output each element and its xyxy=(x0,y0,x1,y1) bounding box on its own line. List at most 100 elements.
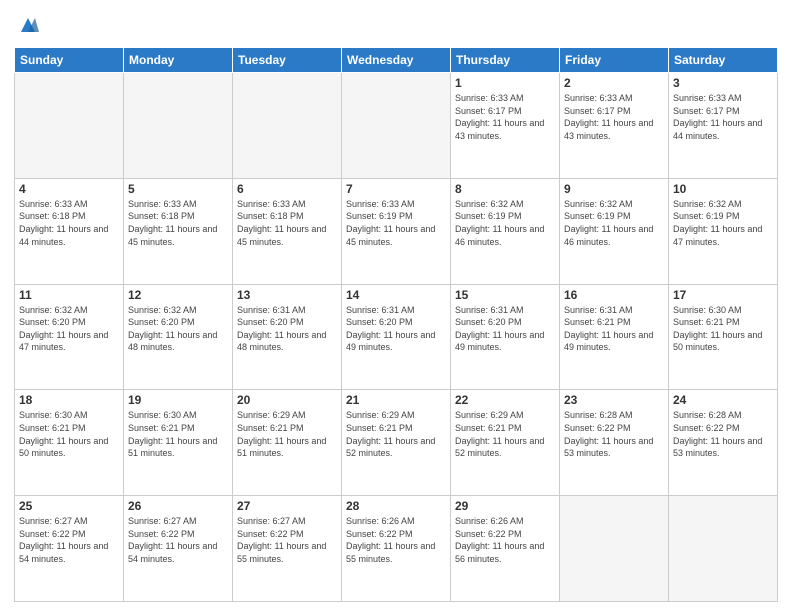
weekday-header-wednesday: Wednesday xyxy=(342,48,451,73)
calendar-cell: 26 Sunrise: 6:27 AM Sunset: 6:22 PM Dayli… xyxy=(124,496,233,602)
calendar-cell: 13 Sunrise: 6:31 AM Sunset: 6:20 PM Dayli… xyxy=(233,284,342,390)
calendar-week-4: 18 Sunrise: 6:30 AM Sunset: 6:21 PM Dayli… xyxy=(15,390,778,496)
day-info: Sunrise: 6:31 AM Sunset: 6:20 PM Dayligh… xyxy=(237,304,337,354)
calendar-cell: 22Sunrise: 6:29 AM Sunset: 6:21 PM Dayli… xyxy=(451,390,560,496)
day-number: 1 xyxy=(455,76,555,90)
calendar-cell: 7 Sunrise: 6:33 AM Sunset: 6:19 PM Daylig… xyxy=(342,178,451,284)
calendar-cell: 20 Sunrise: 6:29 AM Sunset: 6:21 PM Dayli… xyxy=(233,390,342,496)
day-number: 13 xyxy=(237,288,337,302)
weekday-header-monday: Monday xyxy=(124,48,233,73)
day-number: 9 xyxy=(564,182,664,196)
weekday-header-tuesday: Tuesday xyxy=(233,48,342,73)
day-number: 18 xyxy=(19,393,119,407)
calendar-cell: 25 Sunrise: 6:27 AM Sunset: 6:22 PM Dayli… xyxy=(15,496,124,602)
day-info: Sunrise: 6:30 AM Sunset: 6:21 PM Dayligh… xyxy=(19,409,119,459)
day-info: Sunrise: 6:32 AM Sunset: 6:19 PM Dayligh… xyxy=(673,198,773,248)
calendar-cell: 9Sunrise: 6:32 AM Sunset: 6:19 PM Daylig… xyxy=(560,178,669,284)
day-info: Sunrise: 6:29 AM Sunset: 6:21 PM Dayligh… xyxy=(237,409,337,459)
day-info: Sunrise: 6:27 AM Sunset: 6:22 PM Dayligh… xyxy=(128,515,228,565)
calendar-table: SundayMondayTuesdayWednesdayThursdayFrid… xyxy=(14,47,778,602)
calendar-week-1: 1 Sunrise: 6:33 AM Sunset: 6:17 PM Daylig… xyxy=(15,73,778,179)
day-number: 25 xyxy=(19,499,119,513)
page: SundayMondayTuesdayWednesdayThursdayFrid… xyxy=(0,0,792,612)
day-number: 19 xyxy=(128,393,228,407)
day-info: Sunrise: 6:27 AM Sunset: 6:22 PM Dayligh… xyxy=(237,515,337,565)
calendar-cell: 24Sunrise: 6:28 AM Sunset: 6:22 PM Dayli… xyxy=(669,390,778,496)
logo xyxy=(14,14,39,41)
day-number: 11 xyxy=(19,288,119,302)
calendar-week-3: 11 Sunrise: 6:32 AM Sunset: 6:20 PM Dayli… xyxy=(15,284,778,390)
calendar-header-row: SundayMondayTuesdayWednesdayThursdayFrid… xyxy=(15,48,778,73)
day-number: 23 xyxy=(564,393,664,407)
calendar-cell: 1 Sunrise: 6:33 AM Sunset: 6:17 PM Daylig… xyxy=(451,73,560,179)
weekday-header-saturday: Saturday xyxy=(669,48,778,73)
day-info: Sunrise: 6:27 AM Sunset: 6:22 PM Dayligh… xyxy=(19,515,119,565)
day-number: 21 xyxy=(346,393,446,407)
calendar-cell: 5 Sunrise: 6:33 AM Sunset: 6:18 PM Daylig… xyxy=(124,178,233,284)
calendar-cell: 6 Sunrise: 6:33 AM Sunset: 6:18 PM Daylig… xyxy=(233,178,342,284)
weekday-header-thursday: Thursday xyxy=(451,48,560,73)
day-info: Sunrise: 6:33 AM Sunset: 6:18 PM Dayligh… xyxy=(19,198,119,248)
calendar-cell xyxy=(124,73,233,179)
calendar-cell: 18 Sunrise: 6:30 AM Sunset: 6:21 PM Dayli… xyxy=(15,390,124,496)
calendar-cell: 29 Sunrise: 6:26 AM Sunset: 6:22 PM Dayli… xyxy=(451,496,560,602)
day-info: Sunrise: 6:32 AM Sunset: 6:19 PM Dayligh… xyxy=(455,198,555,248)
calendar-cell xyxy=(15,73,124,179)
day-info: Sunrise: 6:33 AM Sunset: 6:17 PM Dayligh… xyxy=(564,92,664,142)
day-info: Sunrise: 6:30 AM Sunset: 6:21 PM Dayligh… xyxy=(673,304,773,354)
logo-icon xyxy=(17,14,39,36)
calendar-cell: 15Sunrise: 6:31 AM Sunset: 6:20 PM Dayli… xyxy=(451,284,560,390)
day-info: Sunrise: 6:33 AM Sunset: 6:19 PM Dayligh… xyxy=(346,198,446,248)
day-info: Sunrise: 6:29 AM Sunset: 6:21 PM Dayligh… xyxy=(346,409,446,459)
calendar-cell: 23 Sunrise: 6:28 AM Sunset: 6:22 PM Dayli… xyxy=(560,390,669,496)
weekday-header-sunday: Sunday xyxy=(15,48,124,73)
day-number: 6 xyxy=(237,182,337,196)
calendar-week-2: 4 Sunrise: 6:33 AM Sunset: 6:18 PM Daylig… xyxy=(15,178,778,284)
calendar-cell: 16 Sunrise: 6:31 AM Sunset: 6:21 PM Dayli… xyxy=(560,284,669,390)
day-number: 26 xyxy=(128,499,228,513)
day-info: Sunrise: 6:33 AM Sunset: 6:17 PM Dayligh… xyxy=(673,92,773,142)
day-number: 12 xyxy=(128,288,228,302)
day-info: Sunrise: 6:32 AM Sunset: 6:20 PM Dayligh… xyxy=(128,304,228,354)
calendar-cell: 3 Sunrise: 6:33 AM Sunset: 6:17 PM Daylig… xyxy=(669,73,778,179)
day-number: 16 xyxy=(564,288,664,302)
day-number: 7 xyxy=(346,182,446,196)
day-number: 3 xyxy=(673,76,773,90)
calendar-cell: 27 Sunrise: 6:27 AM Sunset: 6:22 PM Dayli… xyxy=(233,496,342,602)
day-number: 27 xyxy=(237,499,337,513)
day-info: Sunrise: 6:29 AM Sunset: 6:21 PM Dayligh… xyxy=(455,409,555,459)
calendar-cell xyxy=(233,73,342,179)
day-number: 17 xyxy=(673,288,773,302)
day-number: 14 xyxy=(346,288,446,302)
day-number: 29 xyxy=(455,499,555,513)
calendar-cell xyxy=(560,496,669,602)
day-number: 8 xyxy=(455,182,555,196)
calendar-body: 1 Sunrise: 6:33 AM Sunset: 6:17 PM Daylig… xyxy=(15,73,778,602)
calendar-cell: 2 Sunrise: 6:33 AM Sunset: 6:17 PM Daylig… xyxy=(560,73,669,179)
day-number: 4 xyxy=(19,182,119,196)
day-number: 20 xyxy=(237,393,337,407)
calendar-cell: 28Sunrise: 6:26 AM Sunset: 6:22 PM Dayli… xyxy=(342,496,451,602)
calendar-cell: 4 Sunrise: 6:33 AM Sunset: 6:18 PM Daylig… xyxy=(15,178,124,284)
day-number: 5 xyxy=(128,182,228,196)
calendar-cell: 17 Sunrise: 6:30 AM Sunset: 6:21 PM Dayli… xyxy=(669,284,778,390)
calendar-cell: 11 Sunrise: 6:32 AM Sunset: 6:20 PM Dayli… xyxy=(15,284,124,390)
calendar-cell: 21 Sunrise: 6:29 AM Sunset: 6:21 PM Dayli… xyxy=(342,390,451,496)
day-info: Sunrise: 6:31 AM Sunset: 6:21 PM Dayligh… xyxy=(564,304,664,354)
day-number: 2 xyxy=(564,76,664,90)
weekday-header-friday: Friday xyxy=(560,48,669,73)
day-info: Sunrise: 6:33 AM Sunset: 6:18 PM Dayligh… xyxy=(237,198,337,248)
day-info: Sunrise: 6:28 AM Sunset: 6:22 PM Dayligh… xyxy=(564,409,664,459)
calendar-cell: 14Sunrise: 6:31 AM Sunset: 6:20 PM Dayli… xyxy=(342,284,451,390)
day-info: Sunrise: 6:33 AM Sunset: 6:17 PM Dayligh… xyxy=(455,92,555,142)
calendar-cell xyxy=(342,73,451,179)
header xyxy=(14,10,778,41)
day-info: Sunrise: 6:33 AM Sunset: 6:18 PM Dayligh… xyxy=(128,198,228,248)
calendar-cell: 8 Sunrise: 6:32 AM Sunset: 6:19 PM Daylig… xyxy=(451,178,560,284)
calendar-week-5: 25 Sunrise: 6:27 AM Sunset: 6:22 PM Dayli… xyxy=(15,496,778,602)
calendar-cell: 19Sunrise: 6:30 AM Sunset: 6:21 PM Dayli… xyxy=(124,390,233,496)
day-info: Sunrise: 6:28 AM Sunset: 6:22 PM Dayligh… xyxy=(673,409,773,459)
day-number: 10 xyxy=(673,182,773,196)
day-info: Sunrise: 6:32 AM Sunset: 6:20 PM Dayligh… xyxy=(19,304,119,354)
day-info: Sunrise: 6:26 AM Sunset: 6:22 PM Dayligh… xyxy=(455,515,555,565)
